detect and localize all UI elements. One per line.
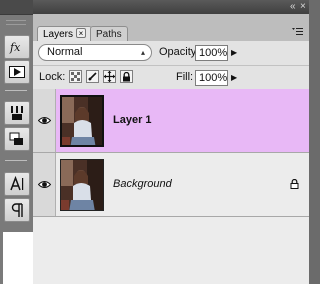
layer-name[interactable]: Layer 1: [113, 114, 152, 127]
paragraph-icon[interactable]: [4, 198, 30, 222]
collapse-icon[interactable]: «: [290, 1, 296, 13]
fill-flyout-icon[interactable]: ▶: [231, 73, 237, 82]
tab-layers-label: Layers: [43, 29, 74, 40]
visibility-toggle[interactable]: [33, 89, 56, 152]
fill-field[interactable]: 100%: [195, 70, 228, 86]
lock-position-icon[interactable]: [103, 70, 116, 83]
play-icon[interactable]: [4, 60, 30, 84]
layer-row[interactable]: Layer 1: [33, 89, 309, 153]
tab-layers[interactable]: Layers ×: [37, 26, 93, 42]
opacity-label: Opacity:: [159, 46, 200, 58]
dock-strip: fx: [0, 0, 33, 284]
chevron-updown-icon: ▴: [140, 48, 145, 57]
visibility-toggle[interactable]: [33, 153, 56, 216]
eye-icon: [37, 181, 51, 188]
close-panel-icon[interactable]: ×: [300, 1, 306, 13]
character-icon[interactable]: [4, 172, 30, 196]
menu-icon[interactable]: [292, 28, 303, 40]
clone-source-icon[interactable]: [4, 127, 30, 151]
layer-row[interactable]: Background: [33, 153, 309, 217]
panel-tabs: Layers × Paths: [33, 14, 309, 42]
close-icon[interactable]: ×: [76, 28, 87, 38]
lock-fill-row: Lock: Fill: 100% ▶: [33, 65, 309, 90]
blend-mode-value: Normal: [47, 46, 83, 58]
layer-thumbnail: [60, 95, 104, 147]
layer-lock-icon: [290, 178, 299, 192]
panel-titlebar: « ×: [33, 0, 309, 14]
opacity-field[interactable]: 100%: [195, 45, 228, 61]
brush-icon[interactable]: [4, 101, 30, 125]
lock-transparent-icon[interactable]: [69, 70, 82, 83]
lock-image-icon[interactable]: [86, 70, 99, 83]
blend-mode-select[interactable]: Normal ▴: [38, 44, 152, 61]
dock-grip[interactable]: [6, 20, 26, 25]
layers-panel: « × Layers × Paths Normal ▴ Opacity: 100%…: [33, 0, 309, 284]
layer-list: Layer 1 Background: [33, 89, 309, 284]
layer-thumbnail: [60, 159, 104, 211]
tab-paths-label: Paths: [96, 29, 122, 40]
tool-separator: [5, 160, 27, 161]
dock-empty-area: [3, 232, 33, 284]
tab-paths[interactable]: Paths: [90, 26, 128, 41]
tool-separator: [5, 90, 27, 91]
layer-name[interactable]: Background: [113, 178, 172, 191]
opacity-flyout-icon[interactable]: ▶: [231, 48, 237, 57]
svg-text:fx: fx: [9, 41, 21, 54]
eye-icon: [37, 117, 51, 124]
fx-icon[interactable]: fx: [4, 35, 30, 59]
dock-titlebar: [0, 0, 33, 15]
fill-label: Fill:: [176, 71, 194, 83]
blend-opacity-row: Normal ▴ Opacity: 100% ▶: [33, 41, 309, 65]
lock-label: Lock:: [39, 71, 66, 83]
lock-all-icon[interactable]: [120, 70, 133, 83]
